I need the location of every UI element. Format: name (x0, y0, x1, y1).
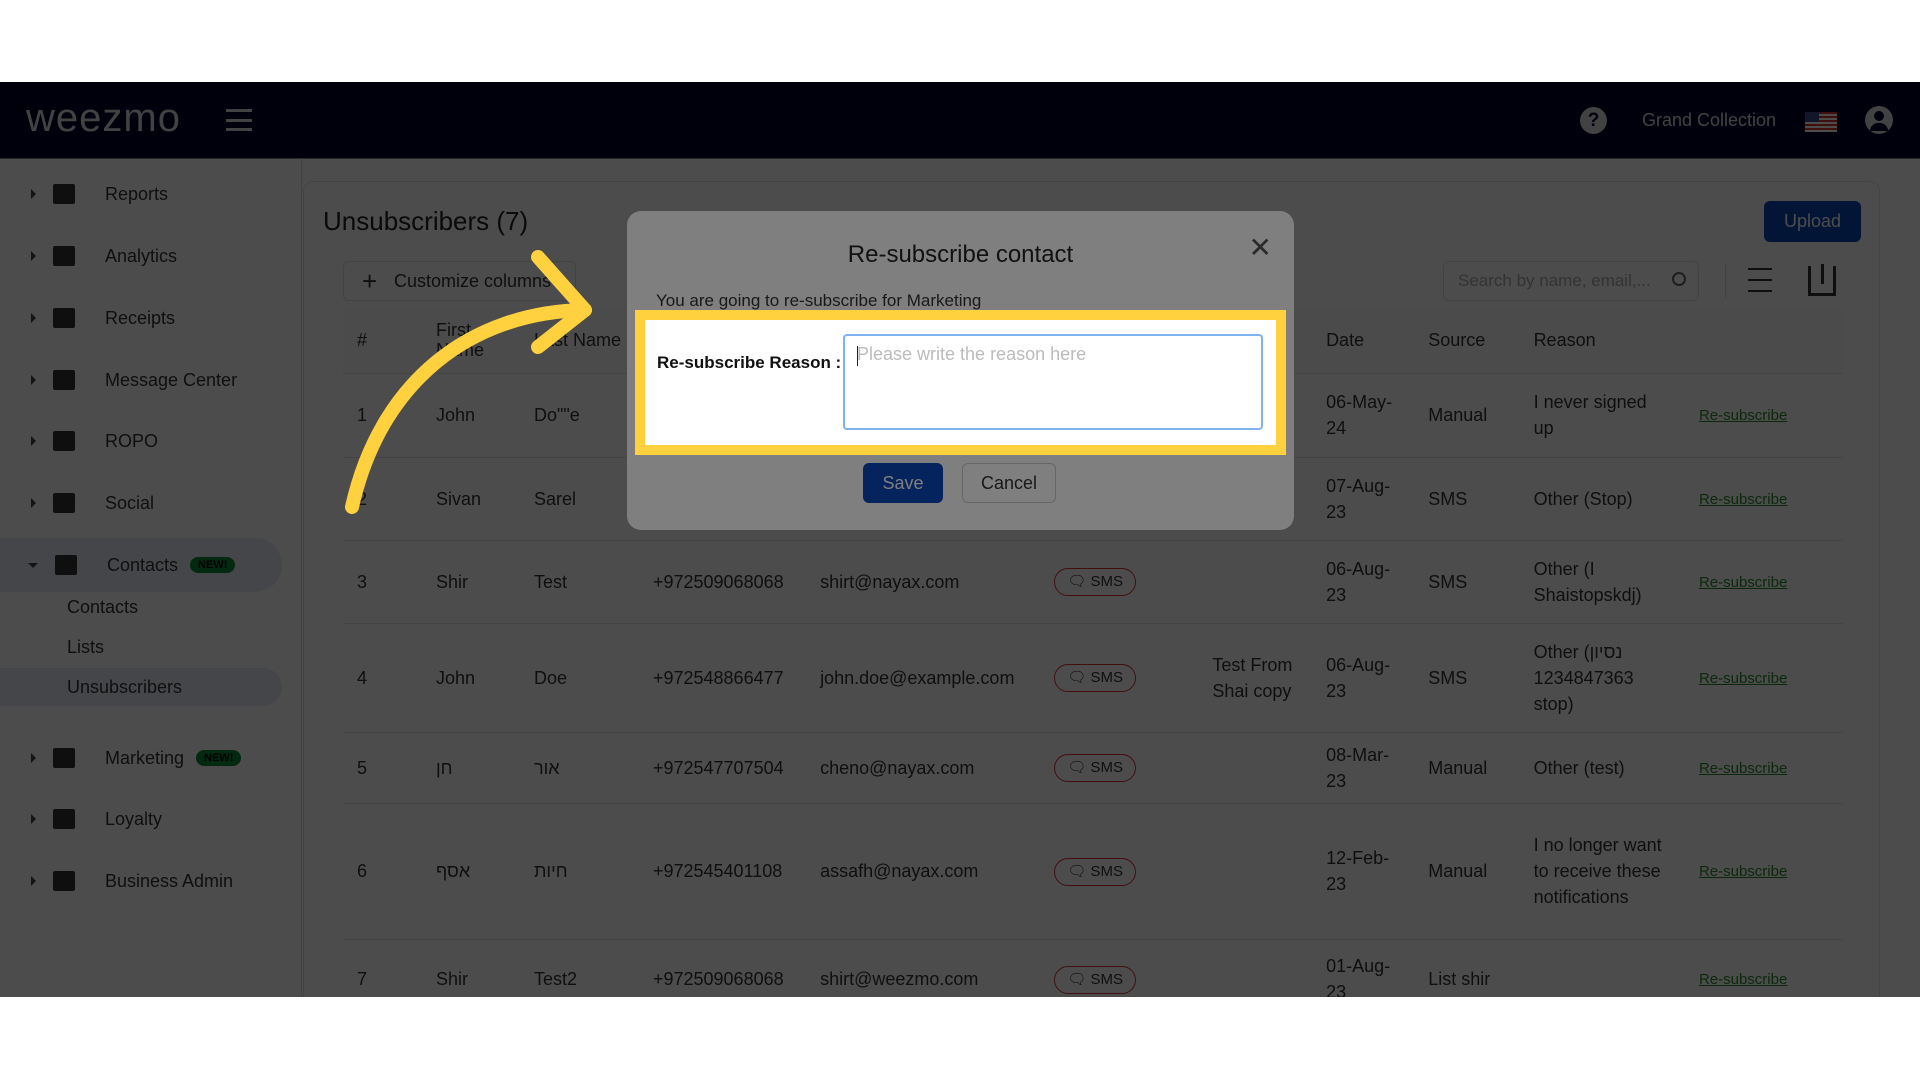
pointer-arrow-icon (345, 250, 592, 514)
app: weezmo ? Grand Collection ReportsAnalyti… (0, 82, 1920, 997)
